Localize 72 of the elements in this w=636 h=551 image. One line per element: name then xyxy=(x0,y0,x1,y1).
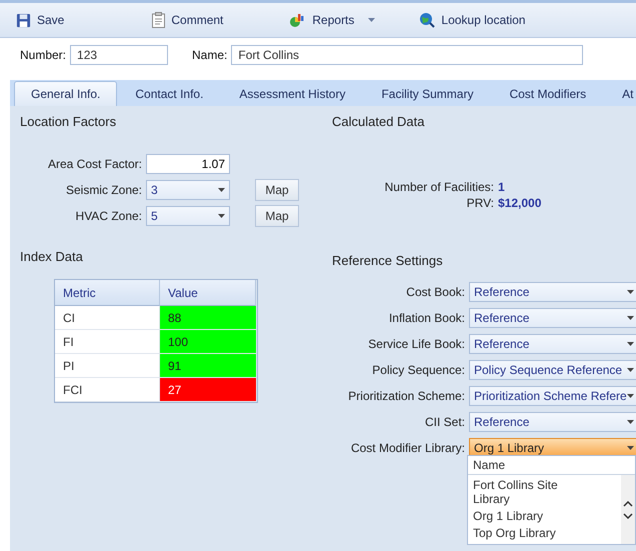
caret-icon xyxy=(218,188,225,192)
table-cell: 100 xyxy=(160,330,256,354)
section-title: Reference Settings xyxy=(332,253,444,270)
table-cell: PI xyxy=(55,354,160,378)
section-title: Index Data xyxy=(20,249,84,266)
scroll-up-icon[interactable] xyxy=(623,500,633,506)
dropdown[interactable]: Reference xyxy=(469,334,636,354)
field-value: 1 xyxy=(498,180,506,194)
dropdown[interactable]: Reference xyxy=(469,412,636,432)
caret-icon xyxy=(218,214,225,218)
field-label: Area Cost Factor: xyxy=(46,157,142,171)
field-label: Policy Sequence: xyxy=(371,363,465,377)
column-header: Metric xyxy=(55,280,160,306)
dropdown[interactable]: 3 xyxy=(146,180,230,200)
chart-icon xyxy=(289,12,306,28)
table-cell: 88 xyxy=(160,306,256,330)
table-cell: 27 xyxy=(160,378,256,402)
caret-icon xyxy=(627,420,634,424)
table-cell: FI xyxy=(55,330,160,354)
toolbar-button[interactable]: Reports xyxy=(285,10,380,30)
tab[interactable]: Assessment History xyxy=(221,82,364,106)
dropdown[interactable]: Reference xyxy=(469,308,636,328)
field-label: HVAC Zone: xyxy=(74,209,142,223)
field-label: Number: xyxy=(20,48,66,62)
field-label: Name: xyxy=(192,48,228,62)
field-label: Inflation Book: xyxy=(388,311,465,325)
globe-search-icon xyxy=(419,12,436,28)
tab[interactable]: General Info. xyxy=(14,81,118,106)
dropdown[interactable]: Reference xyxy=(469,282,636,302)
section-title: Location Factors xyxy=(20,114,118,131)
number-field[interactable]: 1.07 xyxy=(146,154,230,174)
table-cell: 91 xyxy=(160,354,256,378)
caret-icon xyxy=(627,446,634,450)
list-item[interactable]: Fort Collins Site Library xyxy=(468,478,588,506)
field-label: Cost Modifier Library: xyxy=(350,441,465,455)
dropdown[interactable]: Policy Sequence Reference xyxy=(469,360,636,380)
caret-icon xyxy=(368,18,376,22)
field-label: CII Set: xyxy=(424,415,465,429)
field-value: $12,000 xyxy=(498,196,542,210)
tab[interactable]: Cost Modifiers xyxy=(491,82,604,106)
toolbar-button[interactable]: Save xyxy=(12,10,68,30)
field-label: PRV: xyxy=(466,196,494,210)
field-label: Seismic Zone: xyxy=(64,183,142,197)
caret-icon xyxy=(627,342,634,346)
caret-icon xyxy=(627,316,634,320)
tab[interactable]: Facility Summary xyxy=(363,82,492,106)
text-field[interactable]: Fort Collins xyxy=(231,45,584,65)
list-item[interactable]: Org 1 Library xyxy=(468,509,588,523)
column-header: Value xyxy=(160,280,256,306)
dropdown[interactable]: Prioritization Scheme Refere xyxy=(469,386,636,406)
dropdown[interactable]: 5 xyxy=(146,206,230,226)
clipboard-icon xyxy=(152,12,166,28)
field-label: Cost Book: xyxy=(405,285,465,299)
caret-icon xyxy=(627,394,634,398)
caret-icon xyxy=(627,368,634,372)
toolbar-button[interactable]: Comment xyxy=(148,10,228,30)
map-button[interactable]: Map xyxy=(255,205,299,227)
field-label: Number of Facilities: xyxy=(384,180,494,194)
tab[interactable]: Contact Info. xyxy=(117,82,222,106)
tab[interactable]: At xyxy=(604,82,636,106)
section-title: Calculated Data xyxy=(332,114,426,131)
toolbar-button[interactable]: Lookup location xyxy=(415,10,530,30)
list-item[interactable]: Top Org Library xyxy=(468,526,588,540)
field-label: Service Life Book: xyxy=(367,337,465,351)
scroll-down-icon[interactable] xyxy=(623,512,633,518)
table-cell: FCI xyxy=(55,378,160,402)
caret-icon xyxy=(627,290,634,294)
map-button[interactable]: Map xyxy=(255,179,299,201)
table-cell: CI xyxy=(55,306,160,330)
column-header: Name xyxy=(468,456,635,475)
field-label: Prioritization Scheme: xyxy=(347,389,465,403)
text-field[interactable]: 123 xyxy=(70,45,168,65)
